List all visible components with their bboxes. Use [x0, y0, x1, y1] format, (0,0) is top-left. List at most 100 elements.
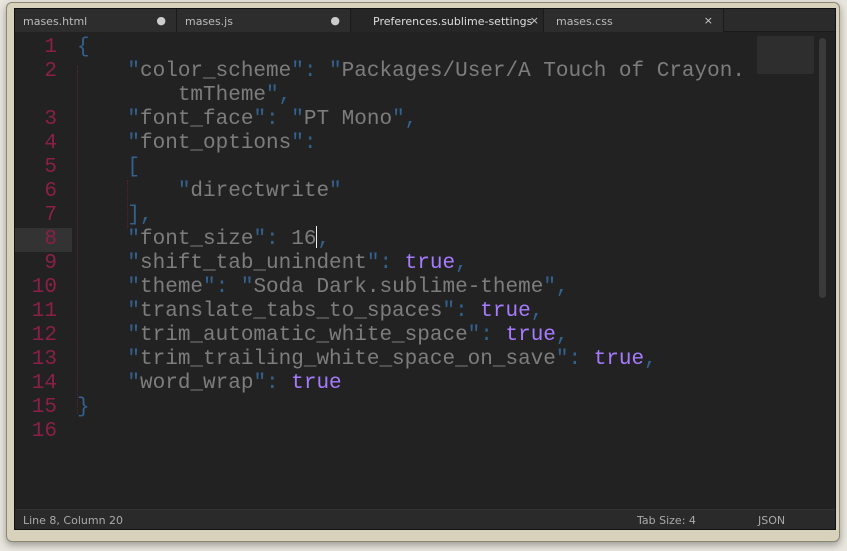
punctuation: " — [77, 132, 141, 155]
line-number: 13 — [31, 348, 57, 371]
code-text: "trim_automatic_white_space": true, — [77, 324, 569, 348]
line-number: 11 — [31, 300, 57, 323]
punctuation: ], — [77, 204, 153, 227]
code-text: "font_face": "PT Mono", — [77, 108, 417, 132]
code-line[interactable]: 3 "font_face": "PT Mono", — [15, 108, 835, 132]
number-token: 16 — [291, 228, 317, 251]
string-token: directwrite — [190, 180, 330, 203]
code-line[interactable]: 1{ — [15, 36, 835, 60]
string-token: tmTheme — [77, 84, 267, 107]
tab-label: mases.js — [185, 15, 233, 28]
tab-label: Preferences.sublime-settings — [373, 15, 533, 28]
close-icon[interactable]: × — [530, 14, 539, 27]
boolean-token: true — [593, 348, 645, 371]
close-icon[interactable]: × — [704, 14, 713, 27]
string-token: PT Mono — [303, 108, 393, 131]
modified-dot-icon[interactable]: ● — [330, 14, 340, 27]
code-line[interactable]: 2 "color_scheme": "Packages/User/A Touch… — [15, 60, 835, 84]
line-number: 7 — [44, 204, 57, 227]
code-text: "trim_trailing_white_space_on_save": tru… — [77, 348, 656, 372]
punctuation: ": — [366, 252, 405, 275]
code-line[interactable]: 9 "shift_tab_unindent": true, — [15, 252, 835, 276]
code-line[interactable]: 4 "font_options": — [15, 132, 835, 156]
code-line[interactable]: 8 "font_size": 16, — [15, 225, 835, 252]
code-line[interactable]: 10 "theme": "Soda Dark.sublime-theme", — [15, 276, 835, 300]
code-line[interactable]: tmTheme", — [15, 84, 835, 108]
punctuation: " — [77, 348, 141, 371]
tab-mases-css[interactable]: mases.css × — [544, 9, 724, 32]
boolean-token: true — [404, 252, 456, 275]
line-number: 3 — [44, 108, 57, 131]
tab-mases-html[interactable]: mases.html ● — [15, 9, 177, 32]
punctuation: " — [77, 60, 141, 83]
boolean-token: true — [291, 372, 342, 395]
modified-dot-icon[interactable]: ● — [156, 14, 166, 27]
tab-preferences[interactable]: Preferences.sublime-settings × — [351, 9, 544, 32]
code-text: "directwrite" — [77, 180, 342, 204]
string-token: font_face — [140, 108, 254, 131]
code-editor[interactable]: 1{2 "color_scheme": "Packages/User/A Tou… — [15, 32, 835, 511]
code-text: tmTheme", — [77, 84, 291, 108]
punctuation: ": " — [203, 276, 254, 299]
tab-size-selector[interactable]: Tab Size: 4 — [637, 514, 696, 527]
line-number: 15 — [31, 396, 57, 419]
line-number: 9 — [44, 252, 57, 275]
editor-window: mases.html ● mases.js ● Preferences.sublim… — [14, 8, 836, 530]
punctuation: ": " — [291, 60, 342, 83]
punctuation: ": — [555, 348, 594, 371]
string-token: Soda Dark.sublime-theme — [253, 276, 544, 299]
code-line[interactable]: 15} — [15, 396, 835, 420]
string-token: trim_trailing_white_space_on_save — [140, 348, 556, 371]
punctuation: , — [530, 300, 544, 323]
punctuation: ": — [467, 324, 506, 347]
code-text: } — [77, 396, 90, 420]
boolean-token: true — [480, 300, 531, 323]
punctuation: " — [77, 252, 141, 275]
punctuation: " — [77, 276, 141, 299]
code-text: [ — [77, 156, 140, 180]
string-token: theme — [140, 276, 204, 299]
syntax-selector[interactable]: JSON — [758, 514, 785, 527]
boolean-token: true — [505, 324, 556, 347]
string-token: word_wrap — [140, 372, 254, 395]
punctuation: , — [455, 252, 468, 275]
code-line[interactable]: 5 [ — [15, 156, 835, 180]
code-line[interactable]: 11 "translate_tabs_to_spaces": true, — [15, 300, 835, 324]
string-token: font_options — [140, 132, 292, 155]
line-number: 16 — [31, 420, 57, 443]
code-text: "color_scheme": "Packages/User/A Touch o… — [77, 60, 745, 84]
punctuation: } — [77, 396, 90, 419]
tab-bar: mases.html ● mases.js ● Preferences.sublim… — [15, 9, 835, 32]
cursor-position: Line 8, Column 20 — [23, 514, 124, 527]
punctuation: " — [77, 300, 141, 323]
punctuation: ": — [253, 228, 292, 251]
code-text: "font_options": — [77, 132, 316, 156]
punctuation: ": — [291, 132, 317, 155]
tab-label: mases.css — [556, 15, 613, 28]
string-token: trim_automatic_white_space — [140, 324, 468, 347]
punctuation: " — [77, 324, 141, 347]
line-number: 2 — [44, 60, 57, 83]
punctuation: { — [77, 36, 90, 59]
punctuation: " — [77, 372, 141, 395]
code-line[interactable]: 14 "word_wrap": true — [15, 372, 835, 396]
punctuation: ": — [442, 300, 481, 323]
code-line[interactable]: 6 "directwrite" — [15, 180, 835, 204]
code-line[interactable]: 13 "trim_trailing_white_space_on_save": … — [15, 348, 835, 372]
code-line[interactable]: 16 — [15, 420, 835, 444]
tab-mases-js[interactable]: mases.js ● — [177, 9, 351, 32]
punctuation: ", — [543, 276, 569, 299]
line-number: 5 — [44, 156, 57, 179]
code-text: "translate_tabs_to_spaces": true, — [77, 300, 543, 324]
punctuation: ": — [253, 372, 292, 395]
punctuation: , — [555, 324, 569, 347]
code-line[interactable]: 12 "trim_automatic_white_space": true, — [15, 324, 835, 348]
code-line[interactable]: 7 ], — [15, 204, 835, 228]
string-token: font_size — [140, 228, 254, 251]
line-number: 14 — [31, 372, 57, 395]
punctuation: [ — [77, 156, 141, 179]
line-number: 12 — [31, 324, 57, 347]
punctuation: ", — [392, 108, 418, 131]
punctuation: " — [329, 180, 342, 203]
string-token: Packages/User/A Touch of Crayon. — [341, 60, 745, 83]
